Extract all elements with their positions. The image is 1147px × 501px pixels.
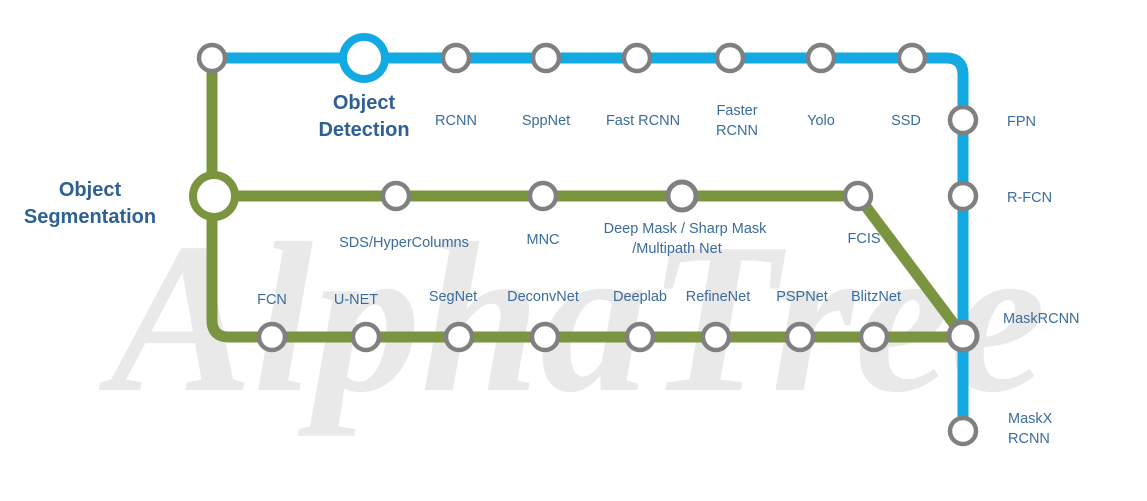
object-detection-title-line2: Detection — [318, 119, 409, 141]
node-mnc[interactable] — [527, 180, 559, 212]
label-fpn: FPN — [1007, 114, 1036, 130]
node-sds-hypercolumns[interactable] — [380, 180, 412, 212]
label-yolo: Yolo — [807, 113, 835, 129]
node-maskx-rcnn[interactable] — [947, 415, 979, 447]
node-refinenet[interactable] — [700, 321, 732, 353]
watermark-text: AlphaTree — [98, 198, 1046, 437]
node-r-fcn[interactable] — [947, 180, 979, 212]
node-origin[interactable] — [196, 42, 228, 74]
label-maskx-rcnn-line1: MaskX — [1008, 411, 1053, 427]
object-detection-title-line1: Object — [333, 92, 396, 114]
node-fcn[interactable] — [256, 321, 288, 353]
label-deepmask-line1: Deep Mask / Sharp Mask — [604, 221, 768, 237]
node-deconvnet[interactable] — [529, 321, 561, 353]
label-u-net: U-NET — [334, 292, 378, 308]
label-mnc: MNC — [526, 232, 559, 248]
object-segmentation-title-line2: Segmentation — [24, 206, 156, 228]
node-yolo[interactable] — [805, 42, 837, 74]
node-sppnet[interactable] — [530, 42, 562, 74]
object-detection-title: Object Detection — [318, 92, 409, 141]
node-pspnet[interactable] — [784, 321, 816, 353]
label-maskx-rcnn-line2: RCNN — [1008, 431, 1050, 447]
node-segnet[interactable] — [443, 321, 475, 353]
label-blitznet: BlitzNet — [851, 289, 901, 305]
node-maskrcnn[interactable] — [946, 319, 980, 353]
label-pspnet: PSPNet — [776, 289, 828, 305]
label-segnet: SegNet — [429, 289, 477, 305]
node-object-segmentation-hub[interactable] — [189, 171, 239, 221]
node-blitznet[interactable] — [858, 321, 890, 353]
node-fpn[interactable] — [947, 104, 979, 136]
node-deepmask[interactable] — [665, 179, 699, 213]
label-sppnet: SppNet — [522, 113, 570, 129]
label-sds-hypercolumns: SDS/HyperColumns — [339, 235, 469, 251]
node-fcis[interactable] — [842, 180, 874, 212]
label-fcis: FCIS — [847, 231, 880, 247]
label-refinenet: RefineNet — [686, 289, 750, 305]
label-deepmask-line2: /Multipath Net — [632, 241, 721, 257]
network-evolution-metro-map: AlphaTree Object Detection Object Segmen… — [24, 33, 1080, 447]
watermark-alphatree: AlphaTree — [98, 198, 1046, 437]
label-fcn: FCN — [257, 292, 287, 308]
object-segmentation-title-line1: Object — [59, 179, 122, 201]
label-faster-rcnn-line2: RCNN — [716, 123, 758, 139]
node-object-detection-hub[interactable] — [339, 33, 389, 83]
label-deeplab: Deeplab — [613, 289, 667, 305]
label-faster-rcnn-line1: Faster — [716, 103, 757, 119]
label-rcnn: RCNN — [435, 113, 477, 129]
label-fast-rcnn: Fast RCNN — [606, 113, 680, 129]
node-u-net[interactable] — [350, 321, 382, 353]
diagram-canvas: AlphaTree Object Detection Object Segmen… — [0, 0, 1147, 501]
label-maskrcnn: MaskRCNN — [1003, 311, 1080, 327]
label-ssd: SSD — [891, 113, 921, 129]
node-faster-rcnn[interactable] — [714, 42, 746, 74]
node-rcnn[interactable] — [440, 42, 472, 74]
label-r-fcn: R-FCN — [1007, 190, 1052, 206]
node-ssd[interactable] — [896, 42, 928, 74]
node-deeplab[interactable] — [624, 321, 656, 353]
label-deconvnet: DeconvNet — [507, 289, 579, 305]
node-fast-rcnn[interactable] — [621, 42, 653, 74]
